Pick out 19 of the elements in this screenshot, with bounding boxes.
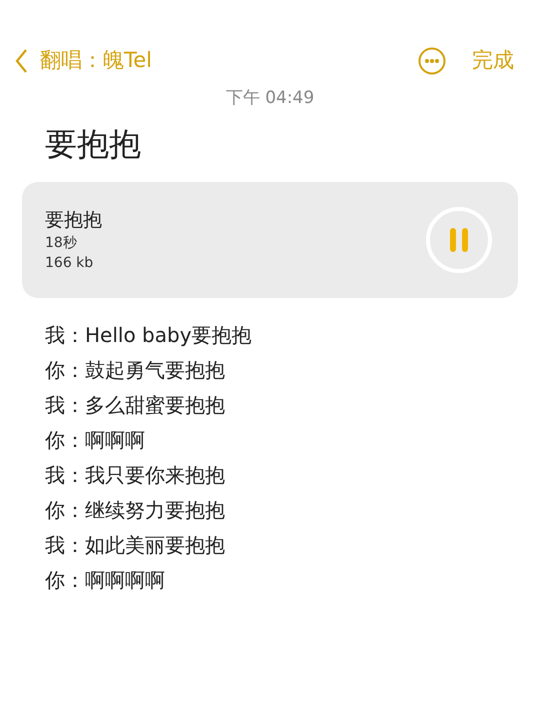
back-button[interactable]: 翻唱：魄Tel (14, 45, 152, 77)
lyric-line: 你：啊啊啊 (45, 426, 146, 454)
lyric-line: 你：鼓起勇气要抱抱 (45, 356, 226, 384)
lyric-line: 我：我只要你来抱抱 (45, 462, 226, 488)
audio-card[interactable]: 要抱抱 18秒 166 kb (22, 182, 518, 298)
pause-icon (448, 228, 470, 252)
lyric-line: 我：多么甜蜜要抱抱 (45, 392, 226, 418)
audio-duration: 18秒 (45, 234, 78, 252)
more-icon[interactable] (418, 47, 446, 75)
note-title: 要抱抱 (45, 124, 141, 162)
lyric-line: 我：如此美丽要抱抱 (45, 532, 226, 558)
audio-name: 要抱抱 (45, 208, 102, 232)
timestamp: 下午 04:49 (226, 87, 314, 110)
done-button[interactable]: 完成 (472, 45, 514, 77)
lyric-line: 你：啊啊啊啊 (45, 566, 166, 594)
lyric-line: 你：继续努力要抱抱 (45, 496, 226, 524)
back-icon (14, 48, 28, 74)
lyric-line: 我：Hello baby要抱抱 (45, 322, 253, 348)
audio-size: 166 kb (45, 254, 94, 272)
